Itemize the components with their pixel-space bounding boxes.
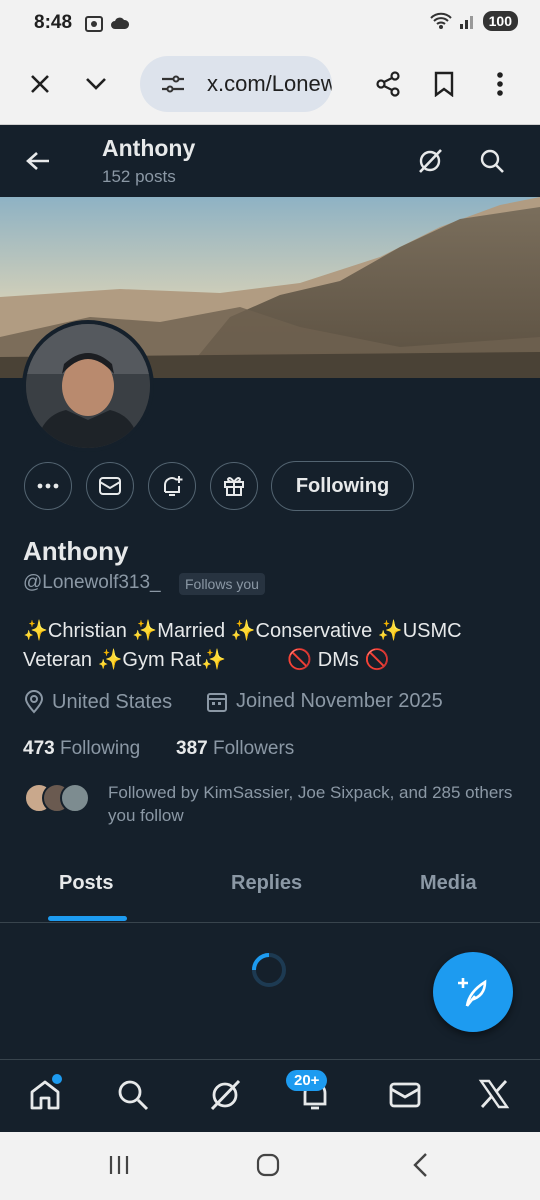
- follows-you-badge: Follows you: [179, 573, 265, 595]
- signal-icon: [459, 16, 473, 29]
- profile-location: United States: [24, 690, 172, 714]
- notify-button[interactable]: [148, 462, 196, 510]
- close-icon: [31, 75, 49, 93]
- chevron-left-icon: [413, 1153, 427, 1177]
- following-button[interactable]: Following: [271, 461, 414, 511]
- follower-avatar: [60, 783, 90, 813]
- close-tab-button[interactable]: [20, 64, 60, 104]
- following-label: Following: [59, 738, 141, 759]
- search-icon: [118, 1080, 149, 1111]
- notifications-badge: 20+: [286, 1070, 328, 1091]
- battery-indicator: 100: [482, 11, 518, 31]
- home-system-button[interactable]: [256, 1153, 280, 1182]
- x-logo-icon: [478, 1079, 510, 1109]
- gift-icon: [224, 477, 244, 496]
- back-system-button[interactable]: [410, 1152, 430, 1183]
- more-horizontal-icon: [37, 483, 59, 489]
- profile-header-bar: Anthony 152 posts: [0, 125, 540, 197]
- status-time: 8:48: [34, 12, 73, 33]
- status-right-icons: 100: [429, 11, 518, 31]
- profile-handle: @Lonewolf313_: [23, 572, 161, 593]
- mail-icon: [389, 1082, 421, 1108]
- header-posts-count: 152 posts: [102, 167, 176, 186]
- mail-icon: [99, 477, 121, 495]
- grok-icon: [419, 149, 442, 173]
- status-bar: 8:48 100: [0, 0, 540, 48]
- followers-count: 387: [176, 738, 208, 759]
- search-icon: [480, 149, 504, 173]
- tab-media[interactable]: Media: [420, 872, 477, 895]
- nav-home[interactable]: [28, 1074, 62, 1117]
- search-button[interactable]: [472, 141, 512, 181]
- avatar-photo: [26, 324, 150, 448]
- avatar[interactable]: [22, 320, 154, 452]
- bio-line-2: Veteran ✨Gym Rat✨ 🚫 DMs 🚫: [23, 649, 390, 671]
- site-settings-icon: [162, 75, 184, 93]
- home-circle-icon: [256, 1153, 280, 1177]
- home-notification-dot: [52, 1074, 62, 1084]
- more-options-button[interactable]: [24, 462, 72, 510]
- nav-search[interactable]: [116, 1078, 150, 1117]
- nav-x[interactable]: [478, 1078, 510, 1115]
- grok-icon: [210, 1079, 241, 1111]
- message-button[interactable]: [86, 462, 134, 510]
- url-text: x.com/Lonewolf313_: [207, 71, 332, 96]
- arrow-left-icon: [26, 152, 49, 170]
- wifi-icon: [429, 12, 452, 29]
- followers-count-link[interactable]: 387 Followers: [176, 738, 294, 760]
- recent-apps-button[interactable]: [108, 1154, 130, 1181]
- gift-button[interactable]: [210, 462, 258, 510]
- recents-icon: [109, 1156, 129, 1174]
- address-bar[interactable]: x.com/Lonewolf313_: [140, 56, 332, 112]
- joined-text: Joined November 2025: [236, 690, 443, 712]
- cloud-icon: [111, 17, 130, 29]
- loading-spinner-icon: [252, 953, 286, 987]
- profile-tabs: Posts Replies Media: [0, 850, 540, 923]
- calendar-icon: [207, 692, 227, 712]
- active-tab-indicator: [48, 916, 127, 921]
- nav-grok[interactable]: [208, 1078, 242, 1117]
- browser-toolbar: x.com/Lonewolf313_: [0, 48, 540, 125]
- header-name: Anthony: [102, 135, 196, 161]
- location-text: United States: [52, 690, 173, 713]
- back-button[interactable]: [18, 141, 58, 181]
- tab-posts[interactable]: Posts: [59, 872, 113, 895]
- system-navigation-bar: [0, 1132, 540, 1200]
- nav-messages[interactable]: [388, 1078, 422, 1117]
- chevron-down-icon: [86, 78, 106, 90]
- bottom-navigation: 20+: [0, 1059, 540, 1132]
- location-pin-icon: [24, 690, 44, 714]
- share-icon: [376, 71, 400, 97]
- browser-menu-button[interactable]: [480, 62, 520, 106]
- profile-bio: ✨Christian ✨Married ✨Conservative ✨USMC …: [23, 617, 523, 675]
- followers-label: Followers: [212, 738, 295, 759]
- grok-button[interactable]: [410, 141, 450, 181]
- status-left-icons: [84, 14, 130, 34]
- profile-joined: Joined November 2025: [206, 690, 443, 713]
- tab-replies[interactable]: Replies: [231, 872, 302, 895]
- feather-plus-icon: [458, 978, 487, 1007]
- bio-line-1: ✨Christian ✨Married ✨Conservative ✨USMC: [23, 620, 462, 642]
- following-count: 473: [23, 738, 55, 759]
- bell-plus-icon: [164, 476, 183, 496]
- collapse-button[interactable]: [76, 64, 116, 104]
- bookmark-icon: [434, 71, 454, 97]
- profile-display-name: Anthony: [23, 536, 129, 566]
- compose-post-button[interactable]: [433, 952, 513, 1032]
- nav-notifications[interactable]: 20+: [286, 1070, 332, 1117]
- more-vertical-icon: [497, 72, 503, 96]
- share-button[interactable]: [368, 62, 408, 106]
- bookmark-button[interactable]: [424, 62, 464, 106]
- screenshot-icon: [85, 16, 103, 32]
- following-count-link[interactable]: 473 Following: [23, 738, 140, 760]
- followed-by-text[interactable]: Followed by KimSassier, Joe Sixpack, and…: [108, 781, 518, 827]
